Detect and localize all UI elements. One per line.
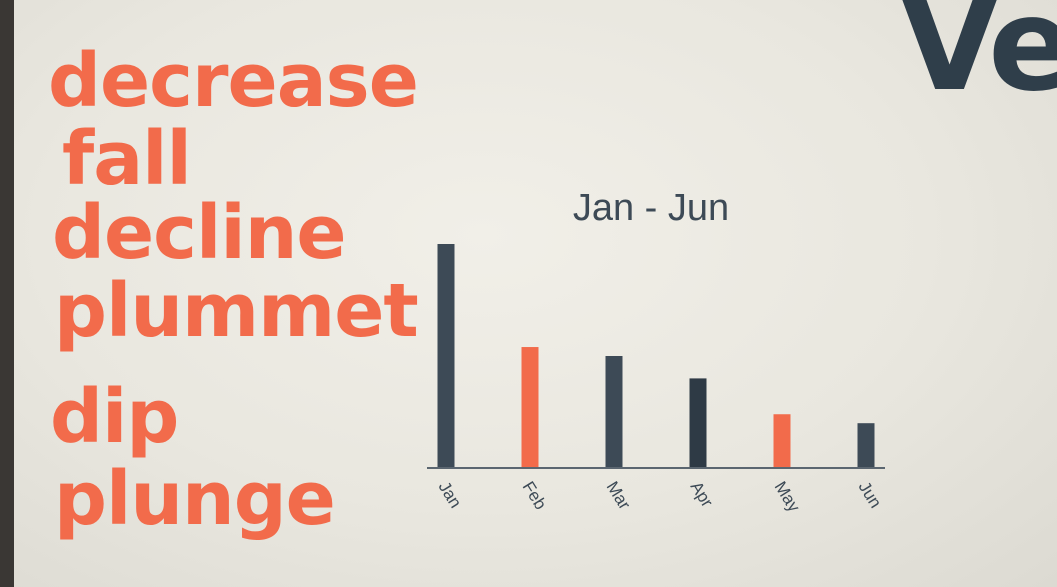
bar-chart: Jan - Jun Jan Feb Mar Apr May Jun <box>427 187 886 516</box>
x-tick-label-may: May <box>771 478 804 516</box>
bar-jun <box>857 423 875 468</box>
x-tick-label-mar: Mar <box>603 478 635 513</box>
x-tick-label-apr: Apr <box>687 478 717 511</box>
slide: decrease fall decline plummet dip plunge… <box>14 0 1057 587</box>
x-tick-label-jun: Jun <box>855 478 886 511</box>
chart-title: Jan - Jun <box>573 187 729 229</box>
bar-apr <box>689 378 707 468</box>
bar-jan <box>437 244 455 468</box>
x-tick-labels: Jan Feb Mar Apr May Jun <box>435 478 886 516</box>
bar-mar <box>605 356 623 468</box>
x-tick-label-feb: Feb <box>519 478 551 513</box>
bar-may <box>773 414 791 468</box>
bar-feb <box>521 347 539 468</box>
x-tick-label-jan: Jan <box>435 478 466 511</box>
bars-group <box>437 244 875 468</box>
